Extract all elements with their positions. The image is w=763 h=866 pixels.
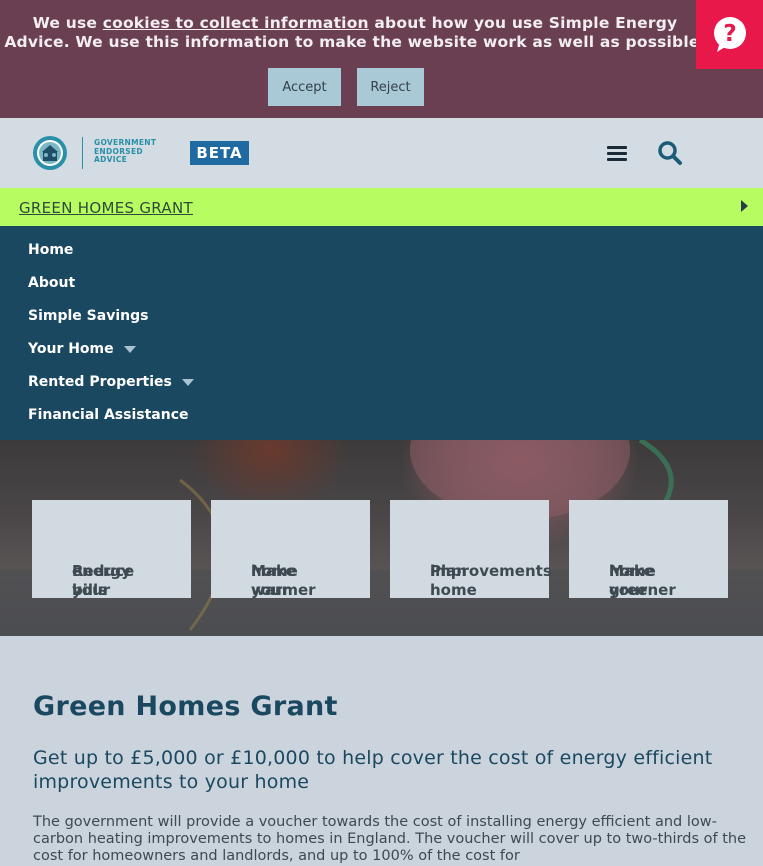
tile-reduce-energy-bills[interactable]: Reduce your energy bills [32,500,191,599]
chevron-down-icon[interactable] [181,378,194,386]
green-homes-grant-bar[interactable]: GREEN HOMES GRANT [0,188,763,226]
nav-item-label: About [28,275,76,291]
reject-cookies-button[interactable]: Reject [357,68,424,106]
question-mark-bubble-icon: ? [713,16,746,52]
tile-make-home-warmer[interactable]: Make your home warmer [211,500,370,599]
nav-item-simple-savings[interactable]: Simple Savings [28,308,148,324]
nav-item-rented-properties[interactable]: Rented Properties [28,374,194,390]
tile-label-line: home warmer [251,562,316,599]
site-header: GOVERNMENT ENDORSED ADVICE BETA [0,118,763,188]
nav-item-home[interactable]: Home [28,242,73,258]
tile-plan-home-improvements[interactable]: Plan home improvements [390,500,552,599]
svg-text:?: ? [723,21,736,47]
nav-item-label: Simple Savings [28,308,149,324]
hero-banner: Reduce your energy bills Make your home wa… [0,440,763,636]
logo-divider [82,137,83,169]
nav-item-financial-assistance[interactable]: Financial Assistance [28,407,189,423]
page-title: Green Homes Grant [33,691,338,722]
tile-label-line: energy bills [72,562,131,599]
help-button[interactable]: ? [696,0,763,69]
chevron-down-icon[interactable] [123,345,136,353]
nav-item-label: Rented Properties [28,374,172,390]
cookie-message: We use cookies to collect information ab… [0,14,710,52]
body-paragraph: The government will provide a voucher to… [33,814,746,864]
hamburger-menu-icon[interactable] [606,142,628,164]
nav-item-about[interactable]: About [28,275,75,291]
main-content: Green Homes Grant Get up to £5,000 or £1… [0,636,763,866]
government-endorsed-logo[interactable] [32,135,68,171]
search-icon[interactable] [657,140,683,166]
nav-item-your-home[interactable]: Your Home [28,341,136,357]
cookie-info-link[interactable]: cookies to collect information [103,14,369,32]
nav-item-label: Home [28,242,74,258]
main-navigation: Home About Simple Savings Your Home Rent… [0,226,763,440]
tile-label-line: home greener [609,562,676,599]
page-subtitle: Get up to £5,000 or £10,000 to help cove… [33,747,713,793]
accept-cookies-button[interactable]: Accept [268,68,341,106]
logo-text: GOVERNMENT ENDORSED ADVICE [94,138,156,165]
green-homes-grant-link[interactable]: GREEN HOMES GRANT [19,199,193,217]
tile-label-line: improvements [430,562,552,580]
nav-item-label: Your Home [28,341,114,357]
logo-text-line: ADVICE [94,155,128,164]
tile-make-home-greener[interactable]: Make your home greener [569,500,728,599]
cookie-banner: We use cookies to collect information ab… [0,0,763,118]
nav-item-label: Financial Assistance [28,407,189,423]
beta-badge: BETA [190,141,249,165]
cookie-text-before: We use [32,14,103,32]
arrow-right-icon [741,200,748,212]
